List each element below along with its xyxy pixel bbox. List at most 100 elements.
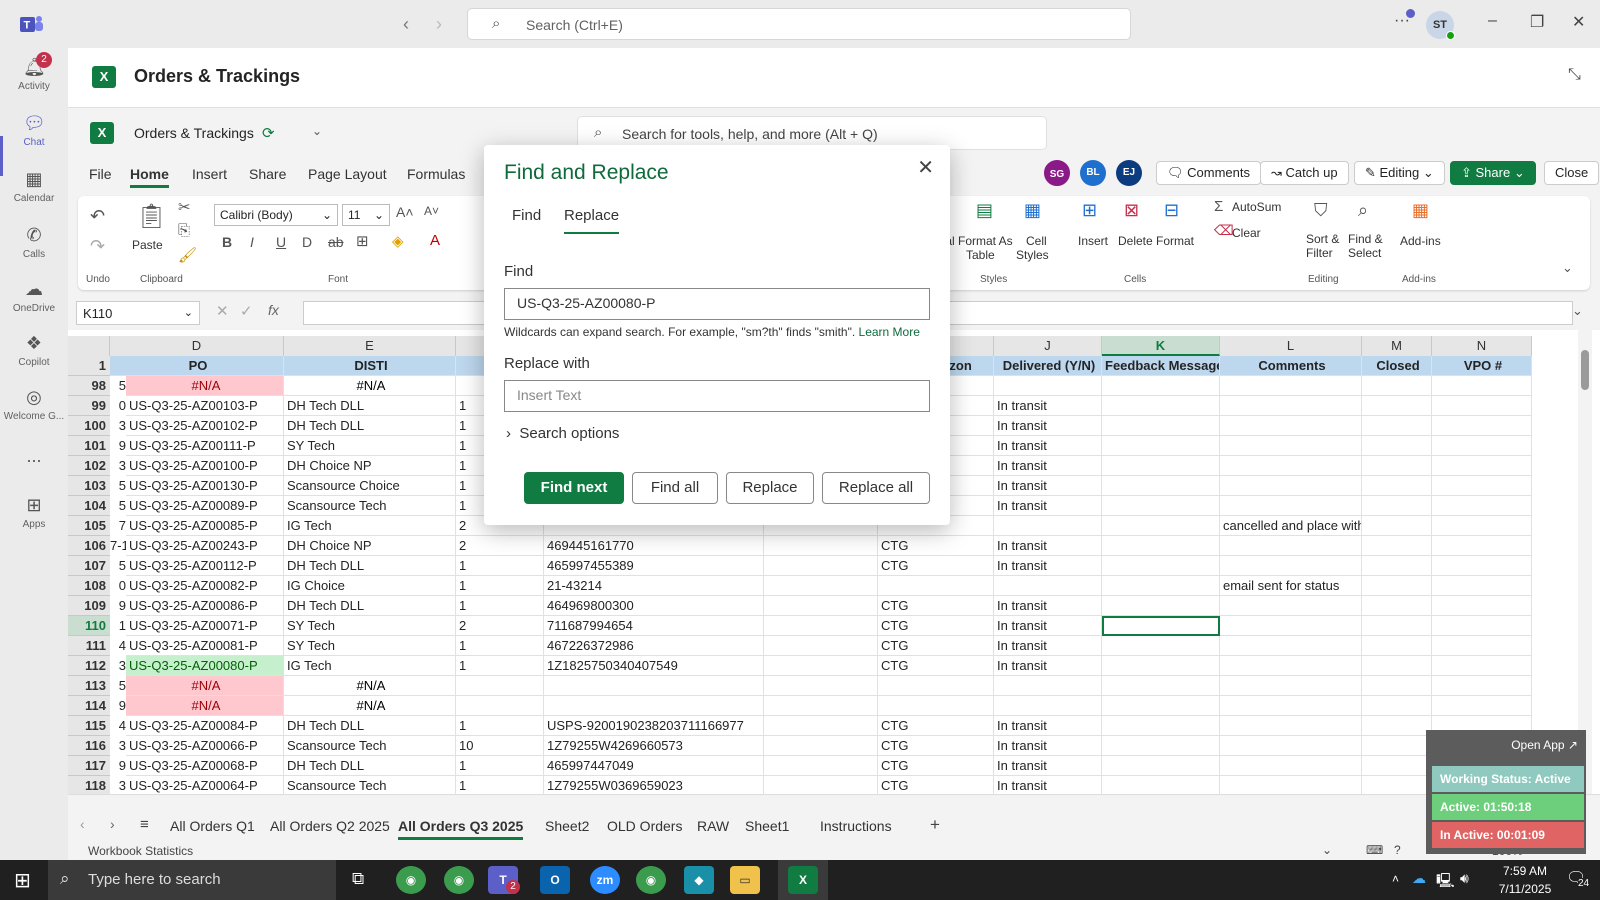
table-cell[interactable]: 467226372986: [544, 636, 764, 656]
tab-share[interactable]: Share: [249, 166, 286, 182]
table-cell[interactable]: [764, 596, 878, 616]
table-cell[interactable]: USPS-9200190238203711166977: [544, 716, 764, 736]
table-cell[interactable]: In transit: [994, 496, 1102, 516]
table-cell[interactable]: IG Tech: [284, 516, 456, 536]
rail-activity[interactable]: 🔔︎ Activity 2: [0, 52, 68, 92]
table-cell[interactable]: Scansource Tech: [284, 736, 456, 756]
table-cell[interactable]: [764, 776, 878, 794]
outlook-icon[interactable]: O: [540, 866, 570, 894]
table-cell[interactable]: 7: [110, 516, 126, 536]
rail-onedrive[interactable]: ☁ OneDrive: [0, 278, 68, 314]
table-cell[interactable]: [1102, 756, 1220, 776]
font-color-icon[interactable]: A: [430, 232, 440, 249]
taskbar-search[interactable]: ⌕ Type here to search: [48, 860, 336, 900]
table-cell[interactable]: [878, 696, 994, 716]
table-cell[interactable]: 465997455389: [544, 556, 764, 576]
table-cell[interactable]: [1362, 416, 1432, 436]
chevron-down-icon[interactable]: ⌄: [1322, 843, 1332, 857]
table-cell[interactable]: In transit: [994, 556, 1102, 576]
row-header[interactable]: 100: [68, 416, 110, 436]
table-cell[interactable]: 4: [110, 716, 126, 736]
add-sheet-icon[interactable]: +: [930, 815, 940, 835]
table-cell[interactable]: In transit: [994, 776, 1102, 794]
table-cell[interactable]: [544, 696, 764, 716]
table-cell[interactable]: 1Z79255W0369659023: [544, 776, 764, 794]
chrome-alt-icon[interactable]: ◉: [636, 866, 666, 894]
collaborator-avatar-bl[interactable]: BL: [1080, 160, 1106, 186]
app-diamond-icon[interactable]: ◆: [684, 866, 714, 894]
volume-icon[interactable]: 🔊︎: [1460, 870, 1469, 887]
table-cell[interactable]: [1362, 376, 1432, 396]
table-cell[interactable]: [1432, 696, 1532, 716]
table-cell[interactable]: 9: [110, 596, 126, 616]
teams-search-input[interactable]: ⌕ Search (Ctrl+E): [467, 8, 1131, 40]
zoom-icon[interactable]: zm: [590, 866, 620, 894]
table-cell[interactable]: [1432, 616, 1532, 636]
increase-font-icon[interactable]: A˄: [396, 204, 414, 220]
table-cell[interactable]: [1102, 516, 1220, 536]
onedrive-tray-icon[interactable]: ☁: [1412, 870, 1426, 887]
table-cell[interactable]: DH Tech DLL: [284, 396, 456, 416]
editing-mode-button[interactable]: ✎ Editing ⌄: [1354, 161, 1445, 185]
table-cell[interactable]: US-Q3-25-AZ00084-P: [126, 716, 284, 736]
table-cell[interactable]: [1432, 676, 1532, 696]
vertical-scrollbar[interactable]: [1578, 330, 1592, 794]
tab-page-layout[interactable]: Page Layout: [308, 166, 387, 182]
table-cell[interactable]: In transit: [994, 616, 1102, 636]
table-cell[interactable]: CTG: [878, 556, 994, 576]
table-cell[interactable]: 1: [110, 616, 126, 636]
row-header[interactable]: 106: [68, 536, 110, 556]
table-cell[interactable]: [764, 716, 878, 736]
forward-arrow-icon[interactable]: ›: [436, 14, 442, 35]
table-cell[interactable]: [994, 376, 1102, 396]
table-header-cell[interactable]: DISTI: [284, 356, 456, 376]
table-cell[interactable]: CTG: [878, 656, 994, 676]
table-cell[interactable]: [1102, 776, 1220, 794]
rail-welcome[interactable]: ◎ Welcome G...: [0, 386, 68, 422]
row-header[interactable]: 104: [68, 496, 110, 516]
clock-time[interactable]: 7:59 AM: [1490, 864, 1560, 878]
table-cell[interactable]: 1: [456, 576, 544, 596]
table-cell[interactable]: [1220, 416, 1362, 436]
table-cell[interactable]: [1220, 536, 1362, 556]
table-cell[interactable]: DH Choice NP: [284, 536, 456, 556]
table-cell[interactable]: DH Tech DLL: [284, 756, 456, 776]
row-header[interactable]: 111: [68, 636, 110, 656]
table-cell[interactable]: 3: [110, 656, 126, 676]
table-cell[interactable]: CTG: [878, 716, 994, 736]
catch-up-button[interactable]: ↝ Catch up: [1260, 161, 1349, 185]
table-cell[interactable]: [764, 636, 878, 656]
table-cell[interactable]: [1102, 536, 1220, 556]
table-cell[interactable]: [1102, 556, 1220, 576]
table-header-cell[interactable]: Feedback Message: [1102, 356, 1220, 376]
cell-styles-label[interactable]: Cell: [1026, 234, 1047, 248]
select-all-corner[interactable]: [68, 336, 110, 356]
find-next-button[interactable]: Find next: [524, 472, 624, 504]
table-cell[interactable]: cancelled and place with dh: [1220, 516, 1362, 536]
table-cell[interactable]: US-Q3-25-AZ00081-P: [126, 636, 284, 656]
table-cell[interactable]: [1432, 596, 1532, 616]
table-cell[interactable]: 5: [110, 476, 126, 496]
bold-icon[interactable]: B: [222, 234, 232, 250]
table-cell[interactable]: [544, 676, 764, 696]
table-cell[interactable]: [1432, 516, 1532, 536]
table-cell[interactable]: [764, 676, 878, 696]
table-cell[interactable]: In transit: [994, 736, 1102, 756]
table-cell[interactable]: [1432, 556, 1532, 576]
table-cell[interactable]: [1362, 736, 1432, 756]
table-cell[interactable]: [1362, 536, 1432, 556]
table-cell[interactable]: 2: [456, 616, 544, 636]
row-header[interactable]: 117: [68, 756, 110, 776]
tab-home[interactable]: Home: [130, 166, 169, 188]
tab-file[interactable]: File: [89, 166, 112, 182]
format-as-table-label[interactable]: Format As: [958, 234, 1013, 248]
table-cell[interactable]: US-Q3-25-AZ00068-P: [126, 756, 284, 776]
table-cell[interactable]: [1102, 416, 1220, 436]
table-cell[interactable]: [994, 676, 1102, 696]
table-cell[interactable]: In transit: [994, 416, 1102, 436]
table-cell[interactable]: 4: [110, 636, 126, 656]
table-cell[interactable]: US-Q3-25-AZ00112-P: [126, 556, 284, 576]
minimize-icon[interactable]: –: [1488, 12, 1497, 30]
table-cell[interactable]: [1220, 396, 1362, 416]
all-sheets-icon[interactable]: ≡: [140, 816, 149, 833]
